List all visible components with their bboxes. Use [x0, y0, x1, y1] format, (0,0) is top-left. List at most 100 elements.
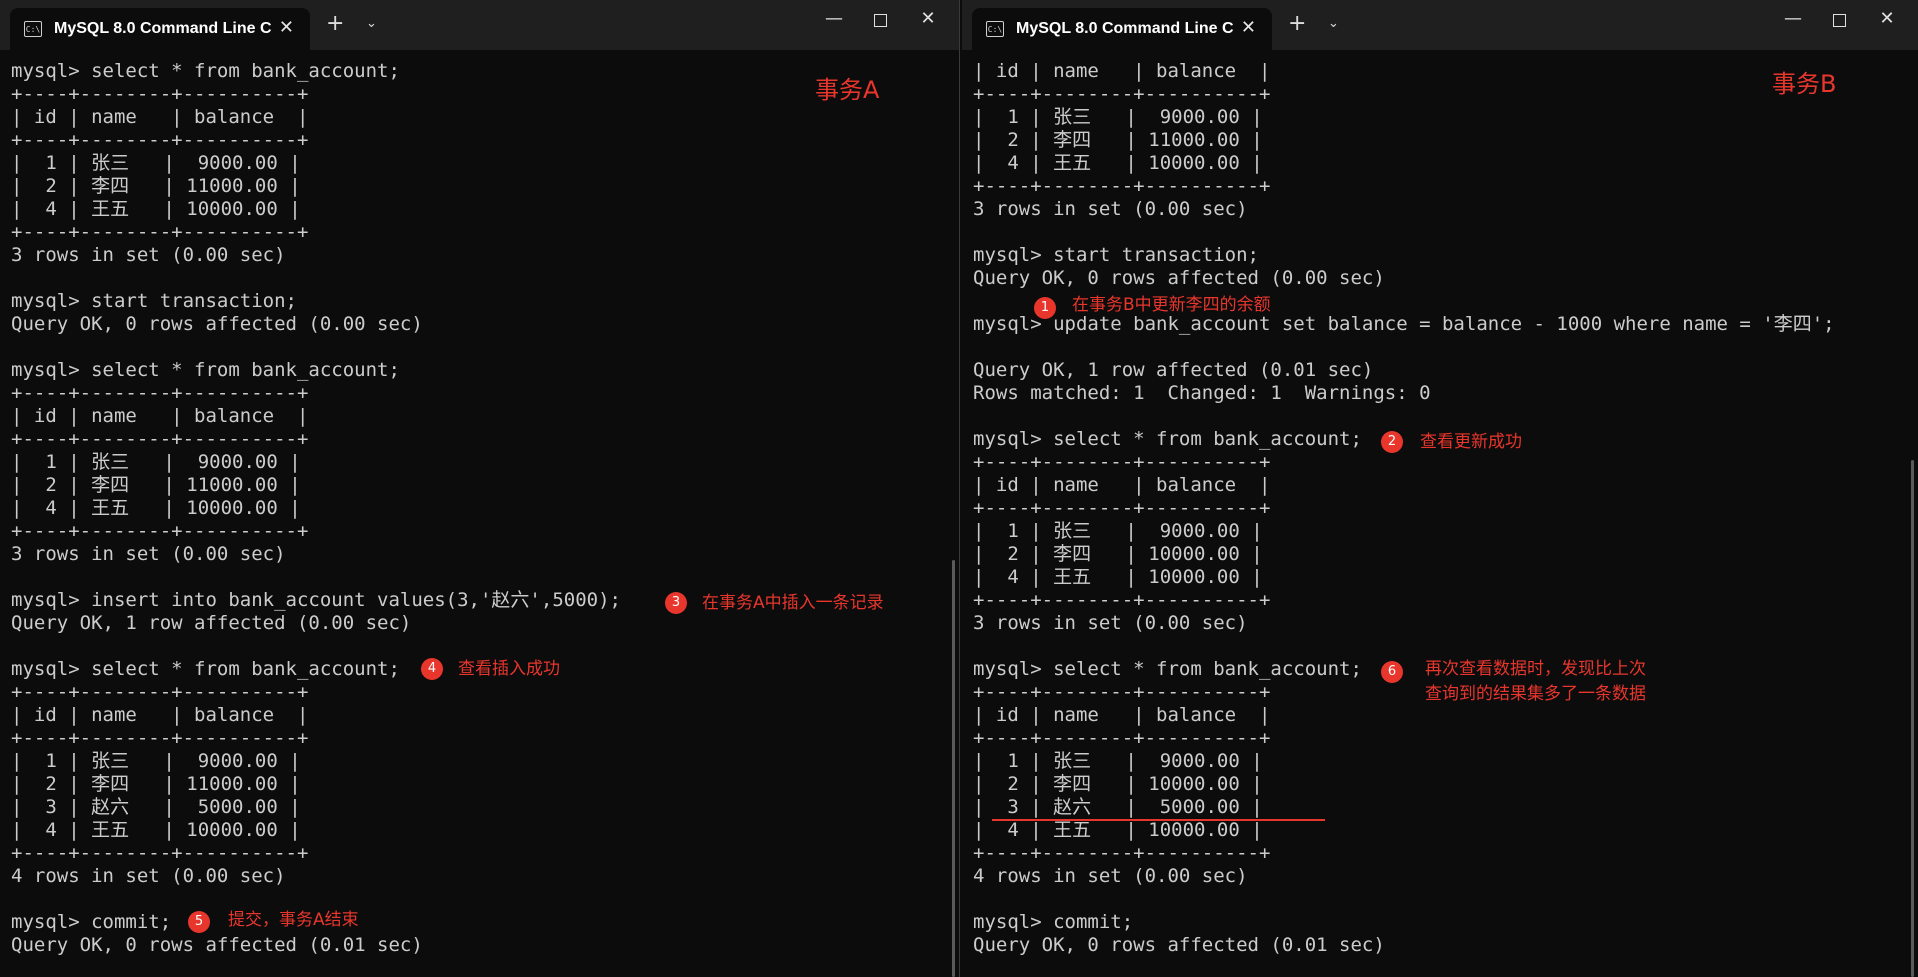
- scrollbar[interactable]: [952, 560, 955, 977]
- terminal-line: | 4 | 王五 | 10000.00 |: [973, 566, 1263, 588]
- close-window-button[interactable]: ✕: [905, 8, 951, 29]
- terminal-line: mysql> start transaction;: [11, 290, 297, 312]
- annotation-note: 在事务A中插入一条记录: [702, 593, 884, 613]
- annotation-note: 查询到的结果集多了一条数据: [1425, 684, 1646, 704]
- terminal-line: | 2 | 李四 | 10000.00 |: [973, 773, 1263, 795]
- terminal-line: | 4 | 王五 | 10000.00 |: [11, 497, 301, 519]
- title-bar: C:\ MySQL 8.0 Command Line C ✕ + ⌄ — ✕: [0, 0, 959, 50]
- terminal-line: | 4 | 王五 | 10000.00 |: [973, 152, 1263, 174]
- terminal-line: +----+--------+----------+: [11, 382, 309, 404]
- terminal-line: Rows matched: 1 Changed: 1 Warnings: 0: [973, 382, 1431, 404]
- chevron-down-icon[interactable]: ⌄: [366, 16, 377, 31]
- terminal-tab[interactable]: C:\ MySQL 8.0 Command Line C ✕: [972, 8, 1272, 50]
- annotation-badge: 5: [188, 911, 210, 933]
- terminal-line: mysql> commit;: [973, 911, 1134, 933]
- terminal-line: +----+--------+----------+: [11, 520, 309, 542]
- terminal-line: mysql> commit;: [11, 911, 172, 933]
- terminal-line: +----+--------+----------+: [11, 221, 309, 243]
- terminal-output[interactable]: mysql> select * from bank_account; +----+…: [11, 60, 959, 957]
- terminal-line: | 1 | 张三 | 9000.00 |: [11, 152, 301, 174]
- terminal-window-b: C:\ MySQL 8.0 Command Line C ✕ + ⌄ — ✕ |…: [962, 0, 1918, 977]
- terminal-line: | id | name | balance |: [11, 405, 309, 427]
- annotation-note: 在事务B中更新李四的余额: [1072, 295, 1271, 315]
- annotation-badge: 4: [421, 658, 443, 680]
- terminal-line: 3 rows in set (0.00 sec): [973, 612, 1248, 634]
- terminal-line: | id | name | balance |: [11, 106, 309, 128]
- terminal-line: Query OK, 0 rows affected (0.00 sec): [11, 313, 423, 335]
- terminal-tab[interactable]: C:\ MySQL 8.0 Command Line C ✕: [10, 8, 310, 50]
- title-bar: C:\ MySQL 8.0 Command Line C ✕ + ⌄ — ✕: [962, 0, 1918, 50]
- terminal-line: mysql> select * from bank_account;: [11, 359, 400, 381]
- annotation-note: 再次查看数据时，发现比上次: [1425, 659, 1646, 679]
- terminal-line: | 2 | 李四 | 11000.00 |: [973, 129, 1263, 151]
- annotation-note: 查看插入成功: [458, 659, 560, 679]
- terminal-line: | 3 | 赵六 | 5000.00 |: [11, 796, 301, 818]
- terminal-line: | 3 | 赵六 | 5000.00 |: [973, 796, 1263, 818]
- annotation-badge: 1: [1034, 297, 1056, 319]
- terminal-line: +----+--------+----------+: [973, 842, 1271, 864]
- terminal-line: +----+--------+----------+: [11, 842, 309, 864]
- minimize-button[interactable]: —: [811, 8, 857, 29]
- terminal-line: +----+--------+----------+: [11, 681, 309, 703]
- maximize-button[interactable]: [857, 8, 903, 32]
- annotation-badge: 6: [1381, 661, 1403, 683]
- transaction-label: 事务B: [1772, 70, 1837, 98]
- terminal-line: Query OK, 0 rows affected (0.00 sec): [973, 267, 1385, 289]
- tab-close-icon[interactable]: ✕: [279, 17, 294, 38]
- terminal-line: | 4 | 王五 | 10000.00 |: [973, 819, 1263, 841]
- chevron-down-icon[interactable]: ⌄: [1328, 16, 1339, 31]
- terminal-line: Query OK, 0 rows affected (0.01 sec): [973, 934, 1385, 956]
- terminal-line: 3 rows in set (0.00 sec): [973, 198, 1248, 220]
- terminal-window-a: C:\ MySQL 8.0 Command Line C ✕ + ⌄ — ✕ m…: [0, 0, 960, 977]
- terminal-line: | id | name | balance |: [973, 474, 1271, 496]
- terminal-line: | id | name | balance |: [973, 704, 1271, 726]
- highlight-underline: [992, 819, 1325, 821]
- terminal-line: 3 rows in set (0.00 sec): [11, 543, 286, 565]
- scrollbar[interactable]: [1911, 460, 1914, 977]
- new-tab-plus-icon[interactable]: +: [1288, 11, 1306, 36]
- terminal-line: | 1 | 张三 | 9000.00 |: [11, 451, 301, 473]
- terminal-line: +----+--------+----------+: [973, 175, 1271, 197]
- terminal-line: +----+--------+----------+: [973, 727, 1271, 749]
- terminal-line: 4 rows in set (0.00 sec): [11, 865, 286, 887]
- terminal-line: +----+--------+----------+: [973, 589, 1271, 611]
- terminal-line: | 4 | 王五 | 10000.00 |: [11, 198, 301, 220]
- terminal-line: | 1 | 张三 | 9000.00 |: [973, 106, 1263, 128]
- terminal-line: | 2 | 李四 | 10000.00 |: [973, 543, 1263, 565]
- annotation-badge: 3: [665, 592, 687, 614]
- minimize-button[interactable]: —: [1770, 8, 1816, 29]
- tab-title: MySQL 8.0 Command Line C: [1016, 20, 1234, 37]
- terminal-line: | id | name | balance |: [11, 704, 309, 726]
- terminal-line: Query OK, 0 rows affected (0.01 sec): [11, 934, 423, 956]
- terminal-line: | 2 | 李四 | 11000.00 |: [11, 773, 301, 795]
- terminal-line: mysql> start transaction;: [973, 244, 1259, 266]
- terminal-line: | 1 | 张三 | 9000.00 |: [11, 750, 301, 772]
- terminal-line: Query OK, 1 row affected (0.00 sec): [11, 612, 412, 634]
- tab-close-icon[interactable]: ✕: [1241, 17, 1256, 38]
- terminal-icon: C:\: [986, 21, 1004, 37]
- terminal-line: | 1 | 张三 | 9000.00 |: [973, 750, 1263, 772]
- new-tab-plus-icon[interactable]: +: [326, 11, 344, 36]
- terminal-line: +----+--------+----------+: [11, 428, 309, 450]
- terminal-line: +----+--------+----------+: [11, 129, 309, 151]
- terminal-line: +----+--------+----------+: [973, 497, 1271, 519]
- terminal-line: Query OK, 1 row affected (0.01 sec): [973, 359, 1374, 381]
- maximize-button[interactable]: [1816, 8, 1862, 32]
- annotation-badge: 2: [1381, 431, 1403, 453]
- terminal-line: | 4 | 王五 | 10000.00 |: [11, 819, 301, 841]
- transaction-label: 事务A: [815, 76, 880, 104]
- close-window-button[interactable]: ✕: [1864, 8, 1910, 29]
- terminal-line: +----+--------+----------+: [11, 727, 309, 749]
- terminal-line: +----+--------+----------+: [973, 451, 1271, 473]
- terminal-line: | 2 | 李四 | 11000.00 |: [11, 175, 301, 197]
- terminal-output[interactable]: | id | name | balance | +----+--------+--…: [973, 60, 1918, 957]
